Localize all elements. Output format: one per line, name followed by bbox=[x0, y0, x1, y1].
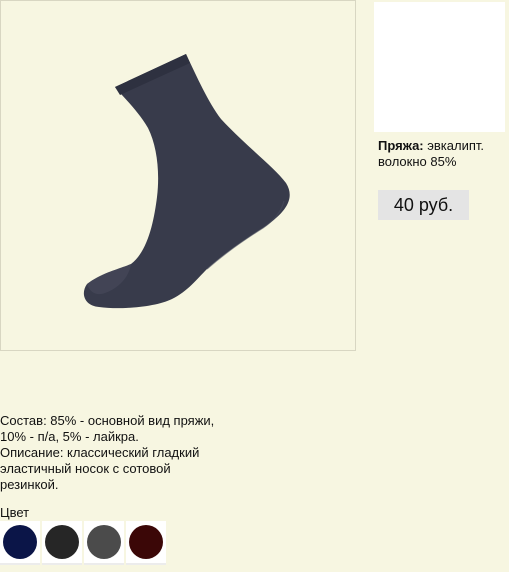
product-description: Состав: 85% - основной вид пряжи, 10% - … bbox=[0, 413, 260, 493]
price-badge: 40 руб. bbox=[378, 190, 469, 220]
color-swatch-navy[interactable] bbox=[0, 521, 40, 565]
color-swatch-black[interactable] bbox=[42, 521, 82, 565]
color-label: Цвет bbox=[0, 505, 30, 520]
product-image[interactable] bbox=[0, 0, 356, 351]
description-line: резинкой. bbox=[0, 477, 59, 492]
color-dot bbox=[87, 525, 121, 559]
color-dot bbox=[45, 525, 79, 559]
description-line: Описание: классический гладкий bbox=[0, 445, 200, 460]
product-page: Пряжа: эвкалипт. волокно 85% 40 руб. Сос… bbox=[0, 0, 509, 572]
thumbnail-placeholder bbox=[374, 2, 505, 132]
color-swatch-gray[interactable] bbox=[84, 521, 124, 565]
yarn-label: Пряжа: bbox=[378, 138, 424, 153]
description-line: Состав: 85% - основной вид пряжи, bbox=[0, 413, 215, 428]
description-line: эластичный носок с сотовой bbox=[0, 461, 171, 476]
color-swatch-burgundy[interactable] bbox=[126, 521, 166, 565]
color-swatches bbox=[0, 521, 168, 565]
sock-illustration bbox=[83, 54, 290, 309]
color-dot bbox=[129, 525, 163, 559]
yarn-info: Пряжа: эвкалипт. волокно 85% bbox=[378, 138, 506, 170]
description-line: 10% - п/а, 5% - лайкра. bbox=[0, 429, 139, 444]
color-dot bbox=[3, 525, 37, 559]
